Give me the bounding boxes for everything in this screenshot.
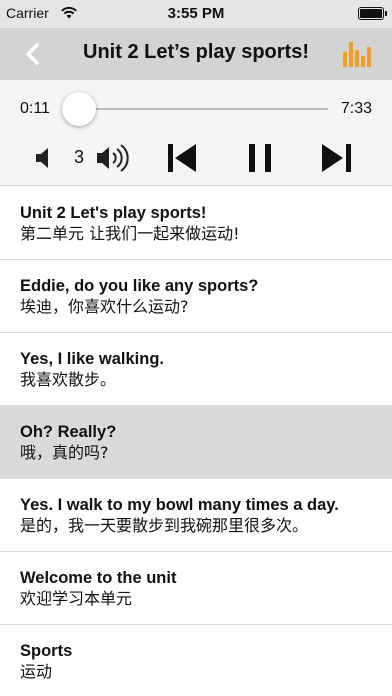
sentence-list: Unit 2 Let's play sports! 第二单元 让我们一起来做运动!… (0, 187, 392, 696)
sentence-chinese: 第二单元 让我们一起来做运动! (20, 224, 240, 243)
sentence-chinese: 欢迎学习本单元 (20, 589, 133, 608)
audio-player: 0:11 7:33 3 (0, 80, 392, 186)
pause-icon[interactable] (246, 142, 274, 174)
sentence-english: Sports (20, 642, 73, 660)
sentence-english: Unit 2 Let's play sports! (20, 204, 207, 222)
status-bar: Carrier 3:55 PM (0, 0, 392, 28)
elapsed-time: 0:11 (20, 100, 50, 117)
list-item[interactable]: Yes, I like walking. 我喜欢散步。 (0, 333, 392, 406)
volume-level: 3 (74, 147, 85, 167)
sentence-chinese: 我喜欢散步。 (20, 370, 117, 389)
list-item[interactable]: Oh? Really? 哦，真的吗? (0, 406, 392, 479)
sentence-chinese: 是的，我一天要散步到我碗那里很多次。 (20, 516, 309, 535)
status-time: 3:55 PM (167, 5, 225, 22)
sentence-english: Oh? Really? (20, 423, 117, 441)
progress-slider-thumb[interactable] (61, 92, 96, 126)
sentence-chinese: 哦，真的吗? (20, 443, 109, 462)
previous-track-icon[interactable] (166, 142, 198, 174)
sentence-chinese: 埃迪，你喜欢什么运动? (20, 297, 189, 316)
navigation-bar: Unit 2 Let’s play sports! (0, 28, 392, 80)
list-item[interactable]: Welcome to the unit 欢迎学习本单元 (0, 552, 392, 625)
list-item[interactable]: Yes. I walk to my bowl many times a day.… (0, 479, 392, 552)
list-item[interactable]: Unit 2 Let's play sports! 第二单元 让我们一起来做运动! (0, 187, 392, 260)
progress-slider[interactable] (62, 108, 328, 110)
volume-down-icon[interactable] (34, 146, 56, 170)
battery-icon (358, 7, 387, 20)
sentence-english: Yes. I walk to my bowl many times a day. (20, 496, 339, 514)
total-time: 7:33 (340, 100, 372, 117)
sentence-english: Welcome to the unit (20, 569, 177, 587)
next-track-icon[interactable] (320, 142, 354, 174)
page-title: Unit 2 Let’s play sports! (83, 41, 309, 63)
sentence-english: Eddie, do you like any sports? (20, 277, 259, 295)
list-item[interactable]: Eddie, do you like any sports? 埃迪，你喜欢什么运动… (0, 260, 392, 333)
equalizer-icon[interactable] (342, 38, 372, 68)
sentence-chinese: 运动 (20, 662, 53, 681)
volume-up-icon[interactable] (96, 142, 132, 174)
sentence-english: Yes, I like walking. (20, 350, 164, 368)
chevron-left-icon[interactable] (20, 40, 48, 68)
list-item[interactable]: Sports 运动 (0, 625, 392, 696)
